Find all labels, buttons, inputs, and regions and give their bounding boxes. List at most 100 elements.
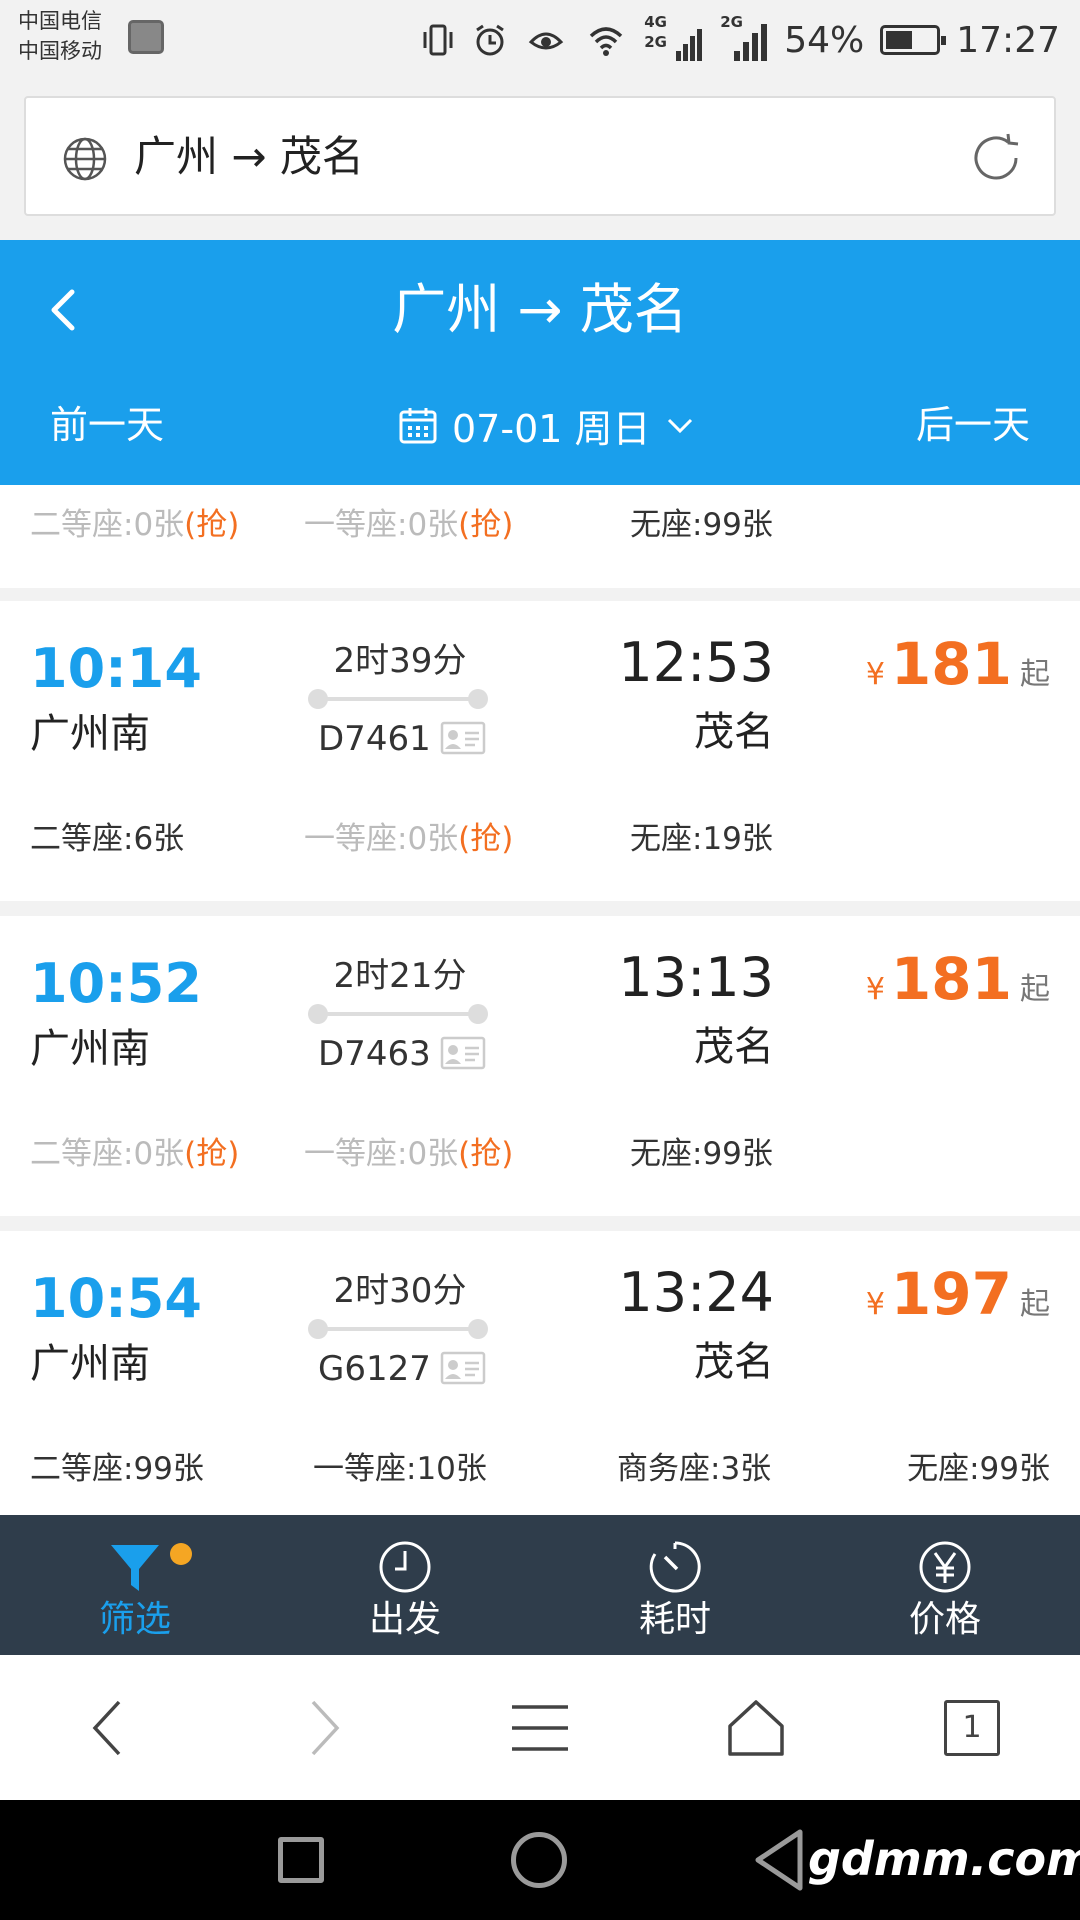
route-line <box>308 689 488 709</box>
seat-first-class: 一等座:0张(抢) <box>304 507 514 543</box>
price-from-label: 起 <box>1020 1287 1050 1322</box>
filter-sort-bar: 筛选 出发 耗时 价格 <box>0 1515 1080 1655</box>
browser-menu-button[interactable] <box>432 1655 648 1800</box>
price-from-label: 起 <box>1020 657 1050 692</box>
seat-second-class: 二等座:6张 <box>30 821 185 857</box>
price-amount: 197 <box>890 1260 1012 1328</box>
train-card[interactable]: 10:52 广州南 2时21分 D7463 13:13 茂名 ¥ 181 起 二… <box>0 916 1080 1216</box>
sort-price-button[interactable]: 价格 <box>810 1515 1080 1655</box>
currency-symbol: ¥ <box>865 1287 885 1322</box>
departure-station: 广州南 <box>30 711 150 757</box>
browser-tabs-button[interactable]: 1 <box>864 1655 1080 1800</box>
browser-address-bar[interactable]: 广州 → 茂名 <box>24 96 1056 216</box>
seat-no-seat: 无座:99张 <box>630 1136 773 1172</box>
route-line <box>308 1319 488 1339</box>
arrival-time: 12:53 <box>618 631 774 694</box>
browser-toolbar: 1 <box>0 1655 1080 1800</box>
calendar-icon <box>399 408 437 444</box>
cellular-signal-1-icon: 4G 2G <box>644 13 704 65</box>
departure-time: 10:52 <box>30 952 202 1015</box>
seat-business-class: 商务座:3张 <box>617 1451 772 1487</box>
tab-count: 1 <box>962 1710 982 1745</box>
filter-label: 筛选 <box>98 1599 171 1640</box>
train-number: G6127 <box>318 1349 431 1389</box>
route-title: 广州 → 茂名 <box>392 278 688 341</box>
sort-duration-label: 耗时 <box>638 1599 711 1640</box>
arrival-time: 13:24 <box>618 1261 774 1324</box>
home-button[interactable] <box>511 1832 567 1888</box>
filter-icon <box>111 1545 159 1591</box>
carrier-names: 中国电信 中国移动 <box>18 6 102 66</box>
train-card[interactable]: 10:54 广州南 2时30分 G6127 13:24 茂名 ¥ 197 起 二… <box>0 1231 1080 1515</box>
currency-symbol: ¥ <box>865 657 885 692</box>
clock-icon <box>379 1541 431 1593</box>
next-day-button[interactable]: 后一天 <box>916 390 1030 460</box>
train-card-partial[interactable]: 二等座:0张(抢) 一等座:0张(抢) 无座:99张 <box>0 485 1080 588</box>
id-card-icon <box>440 1036 486 1070</box>
journey-duration: 2时30分 <box>333 1271 467 1311</box>
journey-duration: 2时21分 <box>333 956 467 996</box>
seat-no-seat: 无座:99张 <box>630 507 773 543</box>
eye-comfort-icon <box>529 32 564 50</box>
date-selector[interactable]: 07-01 周日 <box>398 390 695 460</box>
carrier-2: 中国移动 <box>18 39 102 63</box>
seat-first-class: 一等座:0张(抢) <box>304 821 514 857</box>
train-number: D7461 <box>318 719 431 759</box>
recent-apps-button[interactable] <box>278 1837 324 1883</box>
ticket-price: ¥ 181 起 <box>866 946 1050 1012</box>
sort-duration-button[interactable]: 耗时 <box>540 1515 810 1655</box>
departure-station: 广州南 <box>30 1026 150 1072</box>
timer-icon <box>649 1541 701 1593</box>
price-from-label: 起 <box>1020 972 1050 1007</box>
home-icon <box>728 1699 784 1756</box>
chevron-down-icon <box>667 418 692 434</box>
vibrate-icon <box>423 24 453 56</box>
train-list[interactable]: 二等座:0张(抢) 一等座:0张(抢) 无座:99张 10:14 广州南 2时3… <box>0 485 1080 1515</box>
battery-icon <box>880 25 947 55</box>
id-card-icon <box>440 721 486 755</box>
browser-home-button[interactable] <box>648 1655 864 1800</box>
reload-icon[interactable] <box>968 130 1024 186</box>
browser-forward-button[interactable] <box>216 1655 432 1800</box>
chevron-right-icon <box>311 1700 340 1755</box>
network-type-2: 2G <box>644 33 667 51</box>
prev-day-button[interactable]: 前一天 <box>50 390 164 460</box>
train-number: D7463 <box>318 1034 431 1074</box>
arrival-station: 茂名 <box>694 1339 774 1385</box>
back-triangle-icon[interactable] <box>752 1828 806 1892</box>
tabs-icon: 1 <box>944 1699 1000 1756</box>
menu-icon <box>512 1704 568 1751</box>
grab-ticket-label: (抢) <box>184 507 240 543</box>
network-type-1: 4G <box>644 13 667 31</box>
grab-ticket-label: (抢) <box>184 1136 240 1172</box>
yuan-icon <box>919 1541 971 1593</box>
departure-time: 10:54 <box>30 1267 202 1330</box>
sort-price-label: 价格 <box>908 1599 981 1640</box>
grab-ticket-label: (抢) <box>458 1136 514 1172</box>
sort-departure-button[interactable]: 出发 <box>270 1515 540 1655</box>
currency-symbol: ¥ <box>865 972 885 1007</box>
filter-button[interactable]: 筛选 <box>0 1515 270 1655</box>
alarm-icon <box>476 24 505 56</box>
arrival-station: 茂名 <box>694 709 774 755</box>
system-navigation-bar: gdmm.com <box>0 1800 1080 1920</box>
ticket-price: ¥ 197 起 <box>866 1261 1050 1327</box>
filter-active-dot <box>170 1543 192 1565</box>
date-navigation: 前一天 07-01 周日 后一天 <box>0 390 1080 460</box>
clock: 17:27 <box>956 19 1060 61</box>
globe-icon <box>63 137 107 181</box>
carrier-1: 中国电信 <box>18 9 102 33</box>
browser-back-button[interactable] <box>0 1655 216 1800</box>
seat-first-class: 一等座:0张(抢) <box>304 1136 514 1172</box>
sort-departure-label: 出发 <box>368 1599 441 1640</box>
grab-ticket-label: (抢) <box>458 507 514 543</box>
wifi-icon <box>590 27 623 56</box>
seat-no-seat: 无座:19张 <box>630 821 773 857</box>
ticket-price: ¥ 181 起 <box>866 631 1050 697</box>
route-line <box>308 1004 488 1024</box>
price-amount: 181 <box>890 945 1012 1013</box>
train-card[interactable]: 10:14 广州南 2时39分 D7461 12:53 茂名 ¥ 181 起 二… <box>0 601 1080 901</box>
seat-second-class: 二等座:0张(抢) <box>30 507 240 543</box>
departure-station: 广州南 <box>30 1341 150 1387</box>
departure-time: 10:14 <box>30 637 202 700</box>
